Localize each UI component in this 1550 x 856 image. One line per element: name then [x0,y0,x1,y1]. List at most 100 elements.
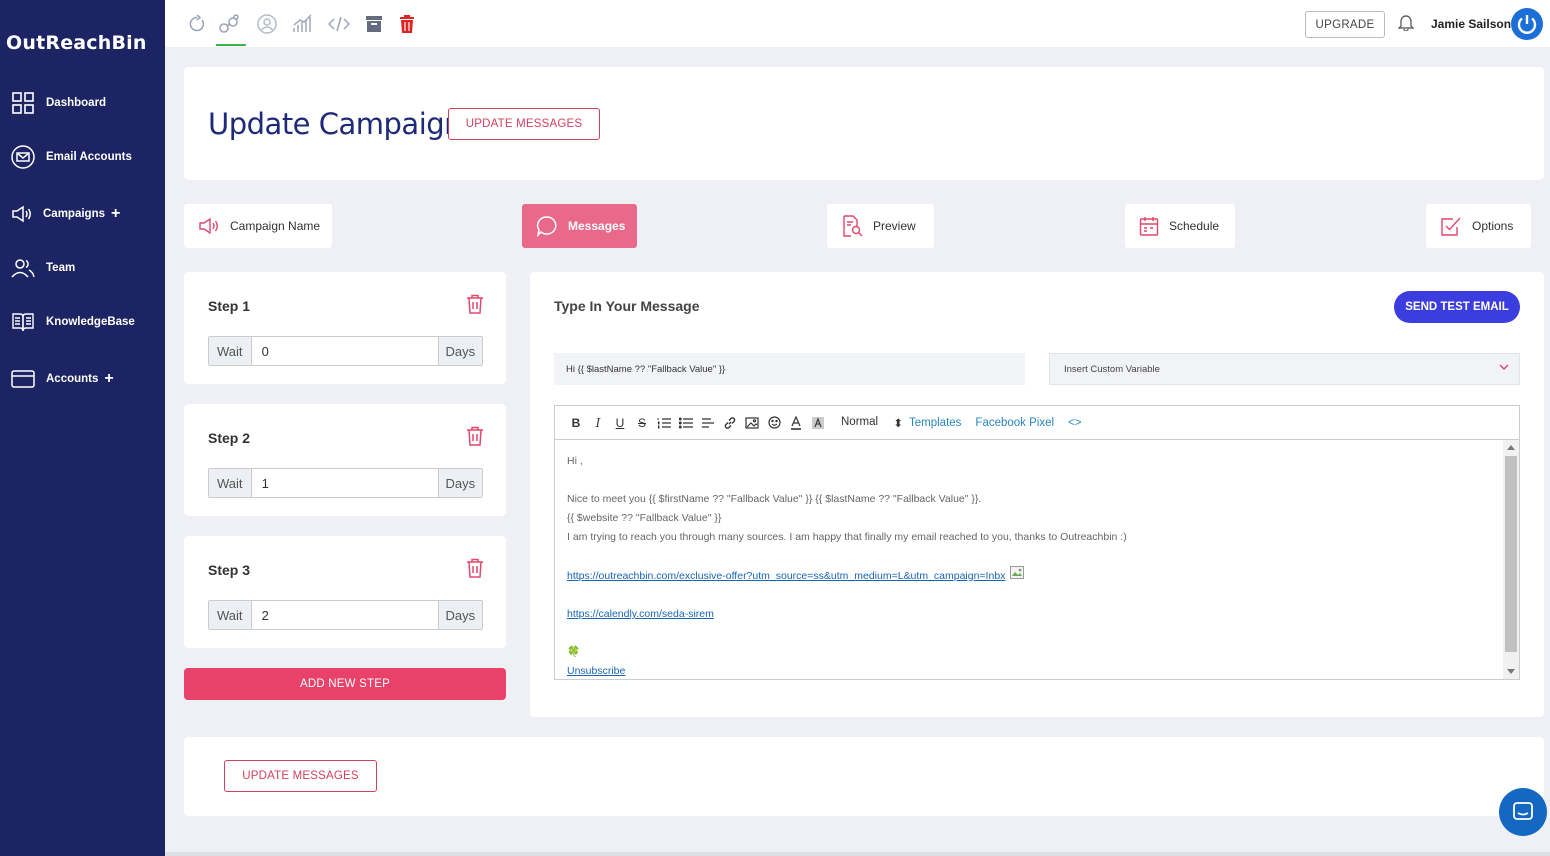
sidebar-item-label: Email Accounts [46,151,132,163]
ordered-list-icon[interactable] [653,412,675,434]
wait-days-input[interactable] [251,601,438,629]
step-card: Step 2 Wait Days [184,404,506,516]
calendly-link[interactable]: https://calendly.com/seda-sirem [567,608,714,620]
editor-scrollbar[interactable] [1503,440,1519,679]
chat-support-button[interactable] [1499,788,1547,836]
image-icon[interactable] [741,412,763,434]
tab-options[interactable]: Options [1426,204,1531,248]
send-test-email-button[interactable]: SEND TEST EMAIL [1394,291,1520,323]
chevron-down-icon [1499,363,1509,374]
days-label: Days [437,601,482,629]
book-icon [10,310,36,334]
step-card: Step 1 Wait Days [184,272,506,384]
notification-bell-icon[interactable] [1397,13,1415,36]
user-avatar[interactable] [1511,8,1543,40]
analytics-icon[interactable] [292,13,314,35]
emoji-icon[interactable] [763,412,785,434]
team-icon [10,256,36,280]
code-icon[interactable] [328,13,350,35]
update-messages-button[interactable]: UPDATE MESSAGES [448,108,600,140]
tab-label: Options [1472,219,1514,233]
background-color-icon[interactable] [807,412,829,434]
link-icon[interactable] [719,412,741,434]
subject-input[interactable] [554,353,1025,385]
dashboard-grid-icon [10,91,36,115]
templates-link[interactable]: Templates [909,417,961,429]
upgrade-button[interactable]: UPGRADE [1305,11,1385,38]
delete-step-icon[interactable] [466,426,484,451]
scroll-down-arrow-icon[interactable] [1507,669,1515,674]
sidebar-item-knowledgebase[interactable]: KnowledgeBase [10,308,135,336]
bold-icon[interactable]: B [565,412,587,434]
tab-preview[interactable]: Preview [827,204,934,248]
workflow-icon[interactable] [219,13,241,35]
update-messages-button[interactable]: UPDATE MESSAGES [224,760,377,792]
facebook-pixel-link[interactable]: Facebook Pixel [975,417,1054,429]
intro-line: Nice to meet you {{ $firstName ?? "Fallb… [567,493,982,505]
underline-icon[interactable]: U [609,412,631,434]
text-format-select[interactable]: Normal ⬍ [841,416,903,430]
scroll-thumb[interactable] [1505,456,1517,652]
message-title: Type In Your Message [554,298,700,314]
step-title: Step 3 [208,562,251,578]
step-title: Step 2 [208,430,251,446]
card-icon [10,367,36,391]
wait-days-input[interactable] [251,337,438,365]
refresh-icon[interactable] [186,13,208,35]
sidebar-item-label: Team [46,262,76,274]
editor-content[interactable]: Hi , Nice to meet you {{ $firstName ?? "… [555,440,1503,679]
sidebar-item-email-accounts[interactable]: Email Accounts [10,143,132,171]
delete-step-icon[interactable] [466,558,484,583]
chat-icon [536,215,558,237]
sidebar-item-campaigns[interactable]: Campaigns + [10,200,120,228]
scroll-up-arrow-icon[interactable] [1507,445,1515,450]
sidebar: OutReachBin Dashboard Email Accounts Cam… [0,0,165,856]
delete-icon[interactable] [396,13,418,35]
add-account-icon[interactable]: + [104,370,113,388]
strikethrough-icon[interactable]: S [631,412,653,434]
sidebar-item-accounts[interactable]: Accounts + [10,365,114,393]
checkbox-icon [1440,215,1462,237]
editor-toolbar: B I U S Normal ⬍ Templates Facebook Pixe… [555,406,1519,440]
user-circle-icon[interactable] [256,13,278,35]
step-card: Step 3 Wait Days [184,536,506,648]
sidebar-item-dashboard[interactable]: Dashboard [10,89,106,117]
sidebar-item-label: Accounts [46,373,99,385]
offer-link[interactable]: https://outreachbin.com/exclusive-offer?… [567,570,1005,582]
bullet-list-icon[interactable] [675,412,697,434]
website-line: {{ $website ?? "Fallback Value" }} [567,512,722,524]
delete-step-icon[interactable] [466,294,484,319]
footer-actions: UPDATE MESSAGES [184,737,1544,816]
wait-label: Wait [209,469,252,497]
days-label: Days [437,469,482,497]
megaphone-icon [198,217,220,235]
user-name[interactable]: Jamie Sailson [1431,17,1511,31]
add-new-step-button[interactable]: ADD NEW STEP [184,668,506,700]
wait-input-group: Wait Days [208,600,483,630]
tab-messages[interactable]: Messages [522,204,637,248]
tab-label: Messages [568,219,626,233]
page-title: Update Campaign [208,107,463,141]
email-icon [10,145,36,169]
page-header: Update Campaign UPDATE MESSAGES [184,67,1544,180]
add-campaign-icon[interactable]: + [111,205,120,223]
align-icon[interactable] [697,412,719,434]
app-logo[interactable]: OutReachBin [6,32,147,54]
text-format-value: Normal [841,415,879,428]
wait-label: Wait [209,337,252,365]
clover-emoji: 🍀 [567,646,581,658]
wait-days-input[interactable] [251,469,438,497]
top-bar: UPGRADE Jamie Sailson [165,0,1550,47]
archive-icon[interactable] [363,13,385,35]
tab-schedule[interactable]: Schedule [1125,204,1235,248]
italic-icon[interactable]: I [587,412,609,434]
custom-variable-select[interactable]: Insert Custom Variable [1049,353,1520,385]
sidebar-item-team[interactable]: Team [10,254,75,282]
code-view-button[interactable]: <> [1068,417,1081,429]
preview-doc-icon [841,215,863,237]
unsubscribe-link[interactable]: Unsubscribe [567,665,625,677]
sidebar-item-label: Campaigns [43,208,105,220]
step-title: Step 1 [208,298,251,314]
text-color-icon[interactable] [785,412,807,434]
tab-campaign-name[interactable]: Campaign Name [184,204,332,248]
